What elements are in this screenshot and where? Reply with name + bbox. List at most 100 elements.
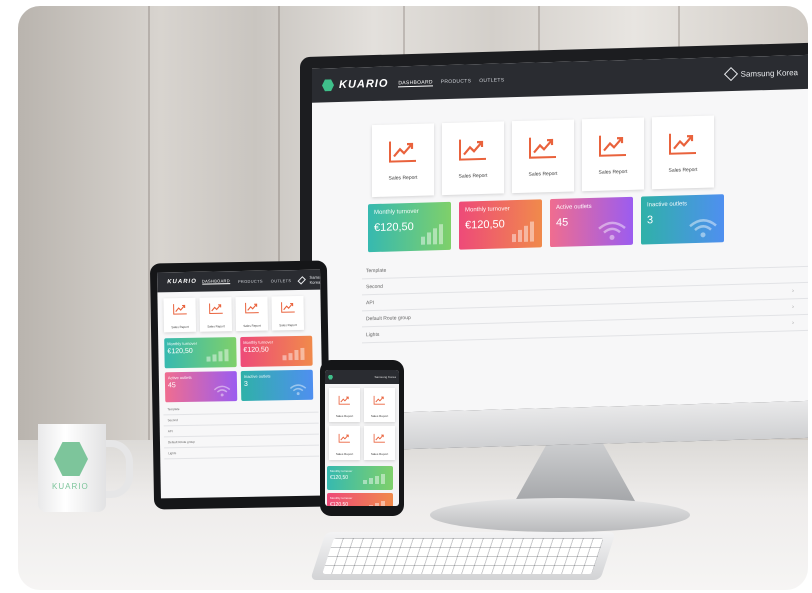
tablet-report-tile[interactable]: Sales Report xyxy=(199,297,233,332)
stat-card-title: Monthly turnover xyxy=(330,496,353,500)
report-tile-label: Sales Report xyxy=(598,168,628,176)
wifi-icon xyxy=(213,384,231,397)
list-item-label: Second xyxy=(167,418,178,423)
nav-outlets[interactable]: OUTLETS xyxy=(479,77,504,84)
report-tiles: Sales Report Sales Report Sales Report Sale… xyxy=(372,115,714,198)
phone-report-tile[interactable]: Sales Report xyxy=(364,426,395,460)
stat-card-title: Active outlets xyxy=(556,203,592,211)
trending-up-icon xyxy=(528,135,558,160)
stat-card[interactable]: Monthly turnover €120,50 xyxy=(459,199,542,250)
tablet-stat-card[interactable]: Active outlets 45 xyxy=(164,371,238,403)
list-item-label: API xyxy=(167,429,173,434)
tablet-nav-dashboard[interactable]: DASHBOARD xyxy=(201,278,230,285)
phone-stat-cards: Monthly turnover €120,50 Monthly turnover €… xyxy=(327,466,397,506)
tablet-stat-cards: Monthly turnover €120,50 Monthly turnover €… xyxy=(164,335,315,403)
cube-icon xyxy=(297,275,307,285)
report-tile-label: Sales Report xyxy=(370,414,389,418)
phone-stat-card[interactable]: Monthly turnover €120,50 xyxy=(327,466,393,490)
mug-brand-text: KUARIO xyxy=(52,482,89,491)
stat-card-title: Inactive outlets xyxy=(243,373,271,379)
trending-up-icon xyxy=(458,137,488,162)
mug-logo-icon xyxy=(54,442,88,476)
chevron-right-icon: › xyxy=(792,303,794,310)
phone-report-tile[interactable]: Sales Report xyxy=(364,388,395,422)
report-tile-label: Sales Report xyxy=(243,323,261,328)
trending-up-icon xyxy=(338,392,351,410)
tablet-nav-products[interactable]: PRODUCTS xyxy=(238,278,263,283)
tablet-report-tiles: Sales Report Sales Report Sales Report Sale… xyxy=(163,295,305,333)
report-tile[interactable]: Sales Report xyxy=(442,121,504,196)
trending-up-icon xyxy=(373,430,386,448)
wifi-icon xyxy=(289,383,307,396)
report-tile-label: Sales Report xyxy=(335,452,354,456)
settings-list: Template Second API › Default Route group › Li… xyxy=(362,250,808,344)
phone-user-name: Samsung Korea xyxy=(374,375,396,379)
tablet-report-tile[interactable]: Sales Report xyxy=(271,295,305,331)
chevron-right-icon: › xyxy=(792,287,794,294)
bar-chart-icon xyxy=(421,224,443,245)
coffee-mug: KUARIO xyxy=(38,424,106,512)
nav-dashboard[interactable]: DASHBOARD xyxy=(398,78,433,87)
list-item-label: Default Route group xyxy=(167,439,195,445)
app-header: KUARIO DASHBOARD PRODUCTS OUTLETS Samsun… xyxy=(312,54,808,103)
report-tile-label: Sales Report xyxy=(171,324,189,329)
tablet-list-item[interactable]: Lights xyxy=(164,445,320,460)
tablet-user-name: Samsung Korea xyxy=(309,274,324,285)
trending-up-icon xyxy=(373,392,386,410)
smartphone-device: Samsung Korea Sales Report Sales Report Sa… xyxy=(320,360,404,516)
tablet-stat-card[interactable]: Monthly turnover €120,50 xyxy=(164,337,237,369)
product-mockup-scene: KUARIO KUARIO DASHBOARD PRODUCTS OUTLETS… xyxy=(0,0,812,593)
report-tile[interactable]: Sales Report xyxy=(582,117,644,192)
report-tile-label: Sales Report xyxy=(335,414,354,418)
wifi-icon xyxy=(597,219,627,242)
wifi-icon xyxy=(688,216,718,239)
list-item-label: Template xyxy=(167,407,180,412)
brand-name: KUARIO xyxy=(339,77,389,92)
tablet-user-menu[interactable]: Samsung Korea xyxy=(297,274,324,285)
report-tile[interactable]: Sales Report xyxy=(512,119,574,194)
tablet-settings-list: Template Second API Default Route group Ligh… xyxy=(163,401,320,460)
stat-card[interactable]: Monthly turnover €120,50 xyxy=(368,201,451,253)
tablet-screen: KUARIO DASHBOARD PRODUCTS OUTLETS Samsun… xyxy=(157,269,324,499)
kuario-logo-icon xyxy=(328,374,333,380)
nav-products[interactable]: PRODUCTS xyxy=(441,78,471,85)
bar-chart-icon xyxy=(363,501,385,506)
trending-up-icon xyxy=(208,301,223,319)
trending-up-icon xyxy=(280,300,295,318)
phone-report-tiles: Sales Report Sales Report Sales Report Sale… xyxy=(329,388,395,460)
phone-app-header: Samsung Korea xyxy=(325,370,399,384)
kuario-logo-icon xyxy=(322,79,334,91)
tablet-stat-card[interactable]: Monthly turnover €120,50 xyxy=(240,335,313,367)
report-tile-label: Sales Report xyxy=(370,452,389,456)
list-item-label: Second xyxy=(366,283,383,290)
report-tile[interactable]: Sales Report xyxy=(652,115,714,190)
tablet-report-tile[interactable]: Sales Report xyxy=(163,297,197,333)
user-name: Samsung Korea xyxy=(740,67,798,79)
phone-screen: Samsung Korea Sales Report Sales Report Sa… xyxy=(325,370,399,506)
stat-cards: Monthly turnover €120,50 Monthly turnover €… xyxy=(368,194,724,253)
report-tile-label: Sales Report xyxy=(528,170,558,178)
list-item-label: API xyxy=(366,299,375,306)
tablet-report-tile[interactable]: Sales Report xyxy=(235,296,269,332)
report-tile-label: Sales Report xyxy=(207,323,225,329)
tablet-app-header: KUARIO DASHBOARD PRODUCTS OUTLETS Samsun… xyxy=(157,269,324,293)
bar-chart-icon xyxy=(363,474,385,484)
list-item-label: Template xyxy=(366,267,387,274)
phone-stat-card[interactable]: Monthly turnover €120,50 xyxy=(327,493,393,506)
bar-chart-icon xyxy=(282,347,305,361)
stat-card[interactable]: Active outlets 45 xyxy=(550,196,633,248)
cube-icon xyxy=(723,66,738,82)
report-tile[interactable]: Sales Report xyxy=(372,123,434,198)
report-tile-label: Sales Report xyxy=(458,172,488,180)
user-menu[interactable]: Samsung Korea xyxy=(723,66,798,82)
monitor-stand-base xyxy=(430,498,690,532)
tablet-stat-card[interactable]: Inactive outlets 3 xyxy=(240,369,314,401)
tablet-brand-name: KUARIO xyxy=(167,278,197,286)
phone-report-tile[interactable]: Sales Report xyxy=(329,426,360,460)
stat-card[interactable]: Inactive outlets 3 xyxy=(641,194,724,245)
tablet-nav-outlets[interactable]: OUTLETS xyxy=(271,278,292,283)
bar-chart-icon xyxy=(512,221,534,243)
list-item-label: Lights xyxy=(168,451,177,456)
phone-report-tile[interactable]: Sales Report xyxy=(329,388,360,422)
stat-card-title: Monthly turnover xyxy=(167,340,198,347)
